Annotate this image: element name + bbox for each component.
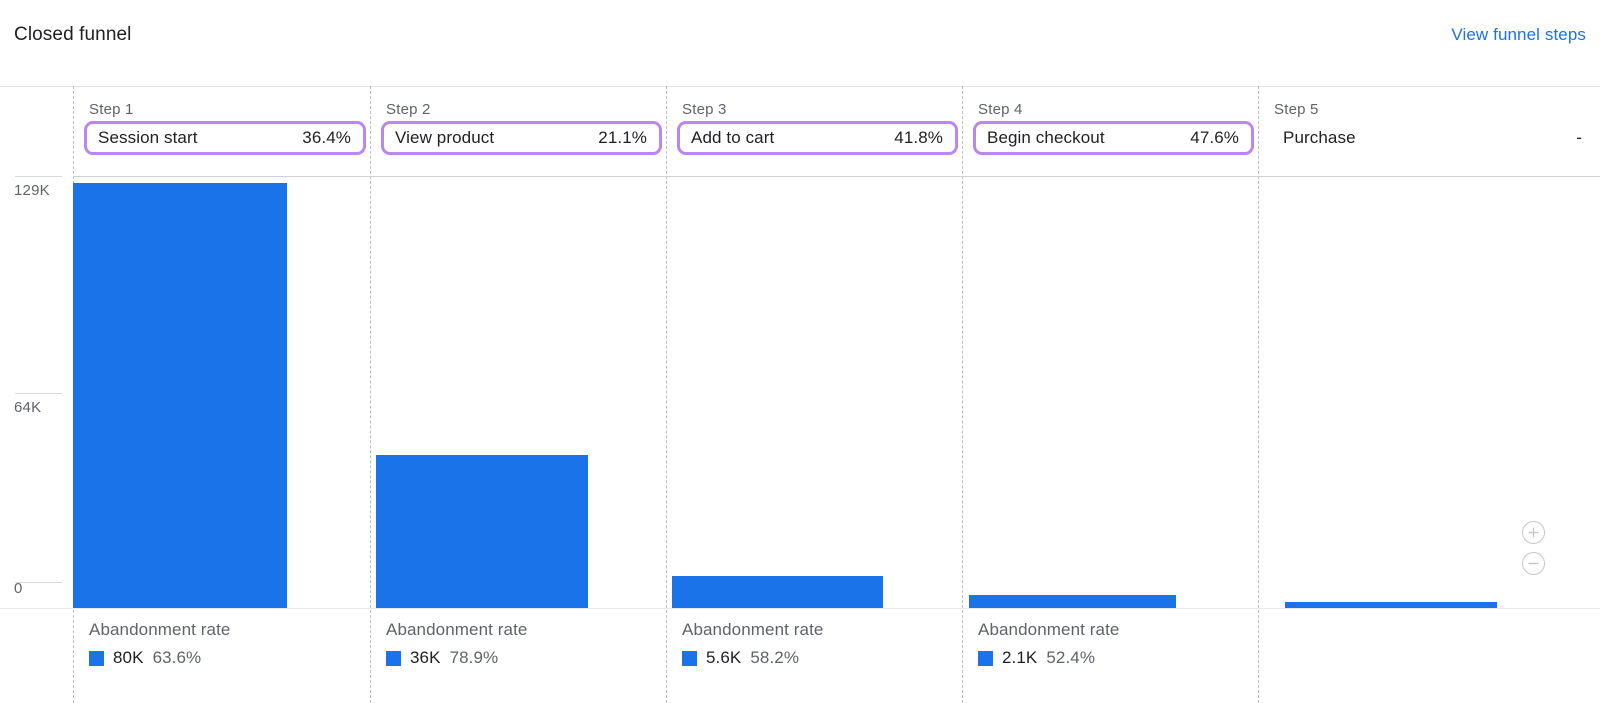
y-tick-label-64k: 64K xyxy=(14,399,42,416)
abandonment-value: 5.6K xyxy=(706,648,742,667)
abandonment-legend-row: 5.6K 58.2% xyxy=(682,648,799,668)
abandonment-rate-label: Abandonment rate xyxy=(978,620,1120,639)
step-name-label: View product xyxy=(395,128,495,147)
page-title: Closed funnel xyxy=(14,24,132,45)
legend-swatch-icon xyxy=(89,650,104,666)
step-chip-view-product[interactable]: View product 21.1% xyxy=(381,121,662,155)
legend-swatch-icon xyxy=(682,650,697,666)
step-header-3: Step 3 Add to cart 41.8% xyxy=(666,86,962,176)
abandonment-cell-1: Abandonment rate 80K 63.6% xyxy=(73,609,370,703)
step-header-1: Step 1 Session start 36.4% xyxy=(73,86,370,176)
abandonment-rate-label: Abandonment rate xyxy=(682,620,824,639)
abandonment-value: 36K xyxy=(410,648,441,667)
funnel-chart-card: Closed funnel View funnel steps Step 1 S… xyxy=(0,0,1600,703)
abandonment-value: 2.1K xyxy=(1002,648,1038,667)
step-index-label: Step 1 xyxy=(89,101,134,118)
bar-view-product[interactable] xyxy=(376,455,588,608)
step-rate-label: 47.6% xyxy=(1190,128,1239,147)
step-rate-label: - xyxy=(1576,128,1582,147)
step-rate-label: 41.8% xyxy=(894,128,943,147)
view-funnel-steps-link[interactable]: View funnel steps xyxy=(1451,25,1586,45)
abandonment-legend-row: 80K 63.6% xyxy=(89,648,201,668)
step-index-label: Step 2 xyxy=(386,101,431,118)
card-header: Closed funnel View funnel steps xyxy=(0,0,1600,86)
step-name-label: Begin checkout xyxy=(987,128,1105,147)
bar-session-start[interactable] xyxy=(73,183,287,608)
abandonment-legend-row: 2.1K 52.4% xyxy=(978,648,1095,668)
abandonment-cell-3: Abandonment rate 5.6K 58.2% xyxy=(666,609,962,703)
y-tick-line-129k xyxy=(15,176,62,177)
abandonment-rate-label: Abandonment rate xyxy=(89,620,231,639)
step-name-label: Add to cart xyxy=(691,128,775,147)
step-index-label: Step 4 xyxy=(978,101,1023,118)
y-tick-line-64k xyxy=(15,393,62,394)
step-chip-add-to-cart[interactable]: Add to cart 41.8% xyxy=(677,121,958,155)
legend-swatch-icon xyxy=(978,650,993,666)
step-chip-begin-checkout[interactable]: Begin checkout 47.6% xyxy=(973,121,1254,155)
legend-swatch-icon xyxy=(386,650,401,666)
step-index-label: Step 3 xyxy=(682,101,727,118)
abandonment-percent: 63.6% xyxy=(152,648,202,667)
abandonment-cell-5 xyxy=(1258,609,1600,703)
step-index-label: Step 5 xyxy=(1274,101,1319,118)
abandonment-cell-2: Abandonment rate 36K 78.9% xyxy=(370,609,666,703)
y-tick-label-0: 0 xyxy=(14,580,23,597)
step-header-4: Step 4 Begin checkout 47.6% xyxy=(962,86,1258,176)
abandonment-legend-row: 36K 78.9% xyxy=(386,648,498,668)
steps-header-divider xyxy=(73,176,1600,177)
abandonment-percent: 58.2% xyxy=(750,648,800,667)
abandonment-percent: 78.9% xyxy=(449,648,499,667)
step-rate-label: 21.1% xyxy=(598,128,647,147)
abandonment-percent: 52.4% xyxy=(1046,648,1096,667)
step-header-5: Step 5 Purchase - xyxy=(1258,86,1600,176)
funnel-plot-area: Step 1 Session start 36.4% Step 2 View p… xyxy=(0,86,1600,703)
abandonment-value: 80K xyxy=(113,648,144,667)
step-chip-session-start[interactable]: Session start 36.4% xyxy=(84,121,366,155)
step-rate-label: 36.4% xyxy=(302,128,351,147)
step-chip-purchase[interactable]: Purchase - xyxy=(1269,121,1597,155)
step-header-2: Step 2 View product 21.1% xyxy=(370,86,666,176)
step-name-label: Purchase xyxy=(1283,128,1356,147)
y-tick-label-129k: 129K xyxy=(14,182,50,199)
zoom-in-button[interactable] xyxy=(1522,521,1545,544)
bar-begin-checkout[interactable] xyxy=(969,595,1176,608)
abandonment-rate-label: Abandonment rate xyxy=(386,620,528,639)
zoom-out-button[interactable] xyxy=(1522,552,1545,575)
bar-add-to-cart[interactable] xyxy=(672,576,883,608)
abandonment-cell-4: Abandonment rate 2.1K 52.4% xyxy=(962,609,1258,703)
step-name-label: Session start xyxy=(98,128,198,147)
